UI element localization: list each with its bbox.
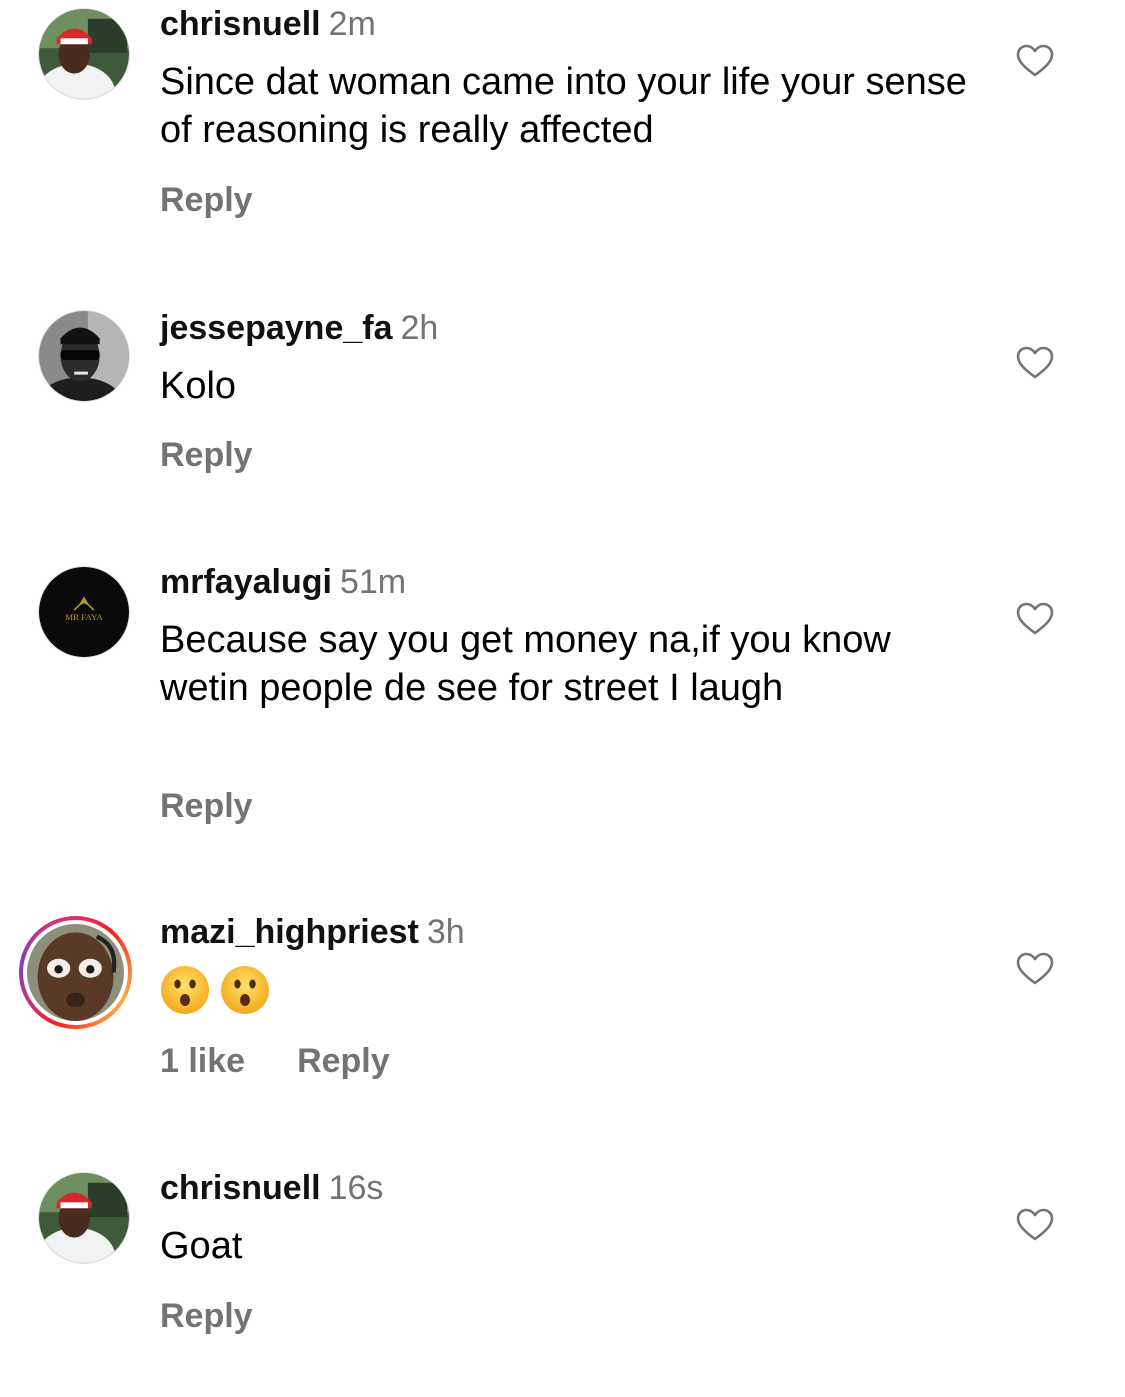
- username[interactable]: mazi_highpriest: [160, 913, 419, 951]
- comment-text: Because say you get money na,if you know…: [160, 619, 891, 709]
- comment-meta: jessepayne_fa 2h: [160, 308, 438, 348]
- like-heart-icon[interactable]: [1016, 602, 1054, 636]
- username[interactable]: jessepayne_fa: [160, 309, 393, 347]
- comment-meta: chrisnuell 16s: [160, 1168, 383, 1208]
- likes-count-button[interactable]: 1 like: [160, 1042, 245, 1080]
- comment-text: Kolo: [160, 365, 237, 407]
- comment-item: chrisnuell 16s Goat Reply: [0, 1160, 1125, 1397]
- comment-actions: 1 like Reply: [160, 1041, 390, 1081]
- timestamp: 2h: [400, 309, 439, 347]
- story-ring-inner: [23, 920, 128, 1025]
- reply-button[interactable]: Reply: [160, 436, 253, 474]
- profile-photo-icon: [39, 9, 129, 99]
- like-heart-icon[interactable]: [1016, 44, 1054, 78]
- reply-button[interactable]: Reply: [160, 787, 253, 825]
- avatar[interactable]: MR FAYA: [38, 566, 130, 658]
- comment-meta: mrfayalugi 51m: [160, 562, 406, 602]
- reply-button[interactable]: Reply: [160, 1297, 253, 1335]
- profile-photo-icon: [39, 311, 129, 401]
- like-heart-icon[interactable]: [1016, 952, 1054, 986]
- comment-item: chrisnuell 2m Since dat woman came into y…: [0, 0, 1125, 290]
- comment-actions: Reply: [160, 786, 253, 826]
- timestamp: 51m: [339, 563, 407, 601]
- avatar[interactable]: [38, 8, 130, 100]
- timestamp: 16s: [328, 1169, 384, 1207]
- username[interactable]: chrisnuell: [160, 1169, 321, 1207]
- astonished-face-emoji-icon: [220, 965, 270, 1015]
- avatar: [27, 924, 124, 1021]
- comment-actions: Reply: [160, 435, 253, 475]
- profile-photo-icon: [27, 924, 124, 1021]
- like-heart-icon[interactable]: [1016, 346, 1054, 380]
- comment-meta: mazi_highpriest 3h: [160, 912, 465, 952]
- username[interactable]: chrisnuell: [160, 5, 321, 43]
- username[interactable]: mrfayalugi: [160, 563, 332, 601]
- mr-faya-logo-icon: MR FAYA: [39, 567, 129, 657]
- comment-text: Goat: [160, 1225, 243, 1267]
- comment-item: mazi_highpriest3h 😮😮 1 like Reply: [0, 906, 1125, 1156]
- comment-text: Since dat woman came into your life your…: [160, 61, 967, 151]
- reply-button[interactable]: Reply: [160, 181, 253, 219]
- profile-photo-icon: [39, 1173, 129, 1263]
- comment-item: MR FAYA mrfayalugi 51m Because say you ge…: [0, 556, 1125, 886]
- comment-actions: Reply: [160, 180, 253, 220]
- comment-actions: Reply: [160, 1296, 253, 1336]
- story-ring-avatar[interactable]: [19, 916, 132, 1029]
- avatar-logo-text: MR FAYA: [65, 612, 103, 622]
- avatar[interactable]: [38, 1172, 130, 1264]
- comment-meta: chrisnuell 2m: [160, 4, 376, 44]
- reply-button[interactable]: Reply: [297, 1042, 390, 1080]
- comment-item: jessepayne_fa 2h Kolo Reply: [0, 300, 1125, 550]
- like-heart-icon[interactable]: [1016, 1208, 1054, 1242]
- avatar[interactable]: [38, 310, 130, 402]
- timestamp: 2m: [328, 5, 376, 43]
- timestamp: 3h: [426, 913, 465, 951]
- comment-text: 😮😮: [160, 964, 990, 1020]
- astonished-face-emoji-icon: [160, 965, 210, 1015]
